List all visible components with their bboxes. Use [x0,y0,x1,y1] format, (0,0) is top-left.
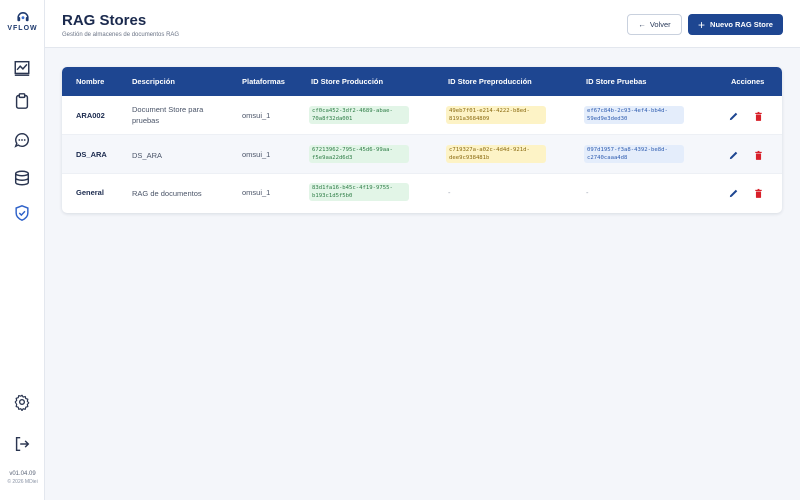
cell-platform: omsui_1 [242,150,271,159]
delete-button[interactable] [753,188,764,199]
test-id-chip: 097d1957-f3a8-4392-be8d-c2740caaa4d8 [584,145,684,163]
column-header-test-id: ID Store Pruebas [586,77,647,86]
prod-id-chip: 67213962-795c-45d6-99aa-f5e9aa22d6d3 [309,145,409,163]
sidebar-item-dashboard[interactable] [10,56,34,80]
table-row[interactable]: General RAG de documentos omsui_1 83d1fa… [62,174,782,213]
edit-button[interactable] [728,188,739,199]
plus-icon: + [698,17,706,32]
trash-icon [755,188,762,198]
sidebar: VFLOW v01.04.09 © 2026 MDiei [0,0,45,500]
page-header: RAG Stores Gestión de almacenes de docum… [45,0,800,48]
chat-icon [14,132,30,148]
version-info: v01.04.09 © 2026 MDiei [0,470,45,486]
version-number: v01.04.09 [9,471,36,477]
cell-description: RAG de documentos [132,189,202,198]
cell-name: General [76,188,104,197]
preprod-id-empty: - [448,188,451,197]
copyright: © 2026 MDiei [7,479,38,485]
preprod-id-chip: 49eb7f01-e214-4222-b8ed-8191a3684809 [446,106,546,124]
cell-name: ARA002 [76,111,105,120]
test-id-chip: ef67c84b-2c93-4ef4-bb4d-59ed9e3ded30 [584,106,684,124]
trash-icon [755,111,762,121]
sidebar-item-clipboard[interactable] [10,89,34,113]
back-button[interactable]: ← Volver [627,14,682,35]
sidebar-item-logout[interactable] [10,432,34,456]
database-icon [14,170,30,186]
cell-name: DS_ARA [76,150,107,159]
pencil-icon [729,189,738,198]
table-row[interactable]: ARA002 Document Store para pruebas omsui… [62,96,782,135]
rag-stores-table: Nombre Descripción Plataformas ID Store … [62,67,782,213]
arrow-left-icon: ← [638,20,646,29]
sidebar-item-database[interactable] [10,166,34,190]
column-header-prod-id: ID Store Producción [311,77,384,86]
table-header: Nombre Descripción Plataformas ID Store … [62,67,782,96]
pencil-icon [729,151,738,160]
pencil-icon [729,112,738,121]
column-header-descripcion: Descripción [132,77,175,86]
edit-button[interactable] [728,150,739,161]
trash-icon [755,150,762,160]
column-header-plataformas: Plataformas [242,77,285,86]
column-header-nombre: Nombre [76,77,105,86]
new-rag-store-button[interactable]: + Nuevo RAG Store [688,14,783,35]
edit-button[interactable] [728,111,739,122]
sidebar-item-settings[interactable] [10,390,34,414]
table-row[interactable]: DS_ARA DS_ARA omsui_1 67213962-795c-45d6… [62,135,782,174]
back-button-label: Volver [649,20,671,29]
sidebar-item-chat[interactable] [10,128,34,152]
app-logo[interactable]: VFLOW [0,10,45,32]
logo-text: VFLOW [7,25,38,32]
cell-platform: omsui_1 [242,188,271,197]
new-button-label: Nuevo RAG Store [710,20,773,29]
sidebar-item-security[interactable] [10,201,34,225]
column-header-acciones: Acciones [731,77,765,86]
delete-button[interactable] [753,150,764,161]
cell-platform: omsui_1 [242,111,271,120]
preprod-id-chip: c719327a-a02c-4d4d-921d-dee9c938481b [446,145,546,163]
gear-icon [14,394,30,411]
delete-button[interactable] [753,111,764,122]
test-id-empty: - [586,188,589,197]
column-header-preprod-id: ID Store Preproducción [448,77,532,86]
page-subtitle: Gestión de almacenes de documentos RAG [62,32,180,38]
headset-logo-icon [16,12,29,22]
chart-icon [14,60,30,76]
shield-check-icon [15,205,29,221]
cell-description: DS_ARA [132,151,163,160]
clipboard-icon [15,93,29,109]
cell-description: Document Store para pruebas [132,105,204,125]
prod-id-chip: cf0ca452-3df2-4689-abae-70a8f32da001 [309,106,409,124]
prod-id-chip: 83d1fa16-b45c-4f19-9755-b193c1d5f5b0 [309,183,409,201]
logout-icon [15,436,30,452]
page-title: RAG Stores [62,12,147,29]
